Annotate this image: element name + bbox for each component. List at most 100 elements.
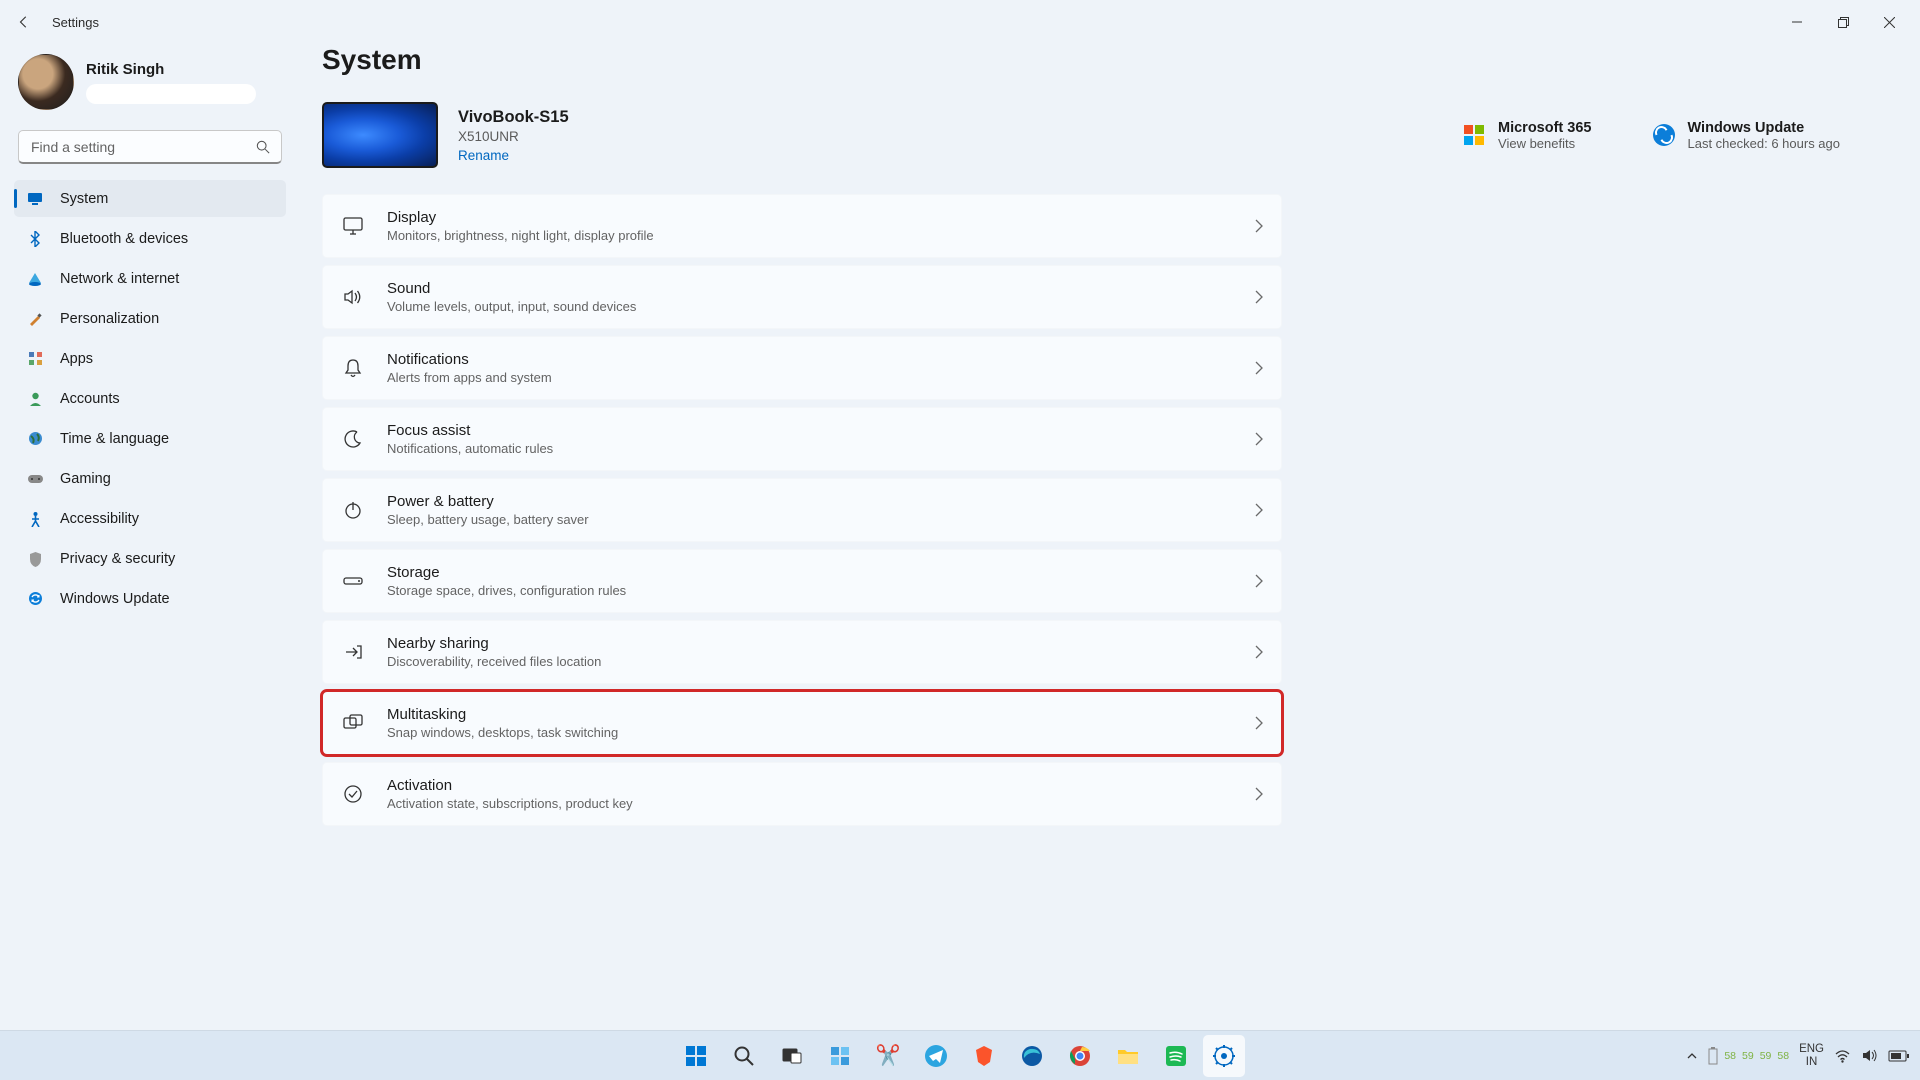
setting-title: Notifications bbox=[387, 351, 1233, 368]
ms365-sub: View benefits bbox=[1498, 136, 1591, 151]
sidebar-item-accessibility[interactable]: Accessibility bbox=[14, 500, 286, 537]
nav-icon bbox=[26, 270, 44, 288]
widgets-icon bbox=[829, 1045, 851, 1067]
setting-title: Focus assist bbox=[387, 422, 1233, 439]
setting-storage[interactable]: Storage Storage space, drives, configura… bbox=[322, 549, 1282, 613]
power-icon bbox=[341, 498, 365, 522]
gear-icon bbox=[1212, 1044, 1236, 1068]
user-name: Ritik Singh bbox=[86, 61, 256, 78]
setting-subtitle: Snap windows, desktops, task switching bbox=[387, 725, 1233, 740]
chevron-right-icon bbox=[1255, 503, 1263, 517]
chevron-right-icon bbox=[1255, 787, 1263, 801]
sidebar-item-apps[interactable]: Apps bbox=[14, 340, 286, 377]
device-model: X510UNR bbox=[458, 129, 569, 144]
setting-power-battery[interactable]: Power & battery Sleep, battery usage, ba… bbox=[322, 478, 1282, 542]
setting-nearby-sharing[interactable]: Nearby sharing Discoverability, received… bbox=[322, 620, 1282, 684]
sidebar-item-label: Windows Update bbox=[60, 591, 170, 607]
taskbar-app-settings[interactable] bbox=[1203, 1035, 1245, 1077]
storage-icon bbox=[341, 569, 365, 593]
nav-icon bbox=[26, 550, 44, 568]
start-button[interactable] bbox=[675, 1035, 717, 1077]
device-thumbnail[interactable] bbox=[322, 102, 438, 168]
share-icon bbox=[341, 640, 365, 664]
sidebar-item-personalization[interactable]: Personalization bbox=[14, 300, 286, 337]
setting-title: Nearby sharing bbox=[387, 635, 1233, 652]
sidebar-item-gaming[interactable]: Gaming bbox=[14, 460, 286, 497]
chevron-right-icon bbox=[1255, 361, 1263, 375]
nav-icon bbox=[26, 190, 44, 208]
spotify-icon bbox=[1164, 1044, 1188, 1068]
search-input[interactable] bbox=[18, 130, 282, 164]
sidebar-item-privacy-security[interactable]: Privacy & security bbox=[14, 540, 286, 577]
brave-icon bbox=[972, 1044, 996, 1068]
sidebar-item-time-language[interactable]: Time & language bbox=[14, 420, 286, 457]
minimize-button[interactable] bbox=[1774, 6, 1820, 38]
chevron-right-icon bbox=[1255, 645, 1263, 659]
sidebar-item-label: System bbox=[60, 191, 108, 207]
back-arrow-icon bbox=[17, 15, 31, 29]
volume-icon[interactable] bbox=[1861, 1047, 1878, 1064]
setting-subtitle: Volume levels, output, input, sound devi… bbox=[387, 299, 1233, 314]
sidebar-item-system[interactable]: System bbox=[14, 180, 286, 217]
task-view[interactable] bbox=[771, 1035, 813, 1077]
battery-icon[interactable] bbox=[1888, 1049, 1910, 1063]
nav-icon bbox=[26, 430, 44, 448]
sidebar-item-bluetooth-devices[interactable]: Bluetooth & devices bbox=[14, 220, 286, 257]
maximize-icon bbox=[1838, 17, 1849, 28]
battery-small-icon bbox=[1708, 1047, 1718, 1065]
sidebar-item-windows-update[interactable]: Windows Update bbox=[14, 580, 286, 617]
taskbar-app-chrome[interactable] bbox=[1059, 1035, 1101, 1077]
setting-focus-assist[interactable]: Focus assist Notifications, automatic ru… bbox=[322, 407, 1282, 471]
back-button[interactable] bbox=[8, 6, 40, 38]
setting-display[interactable]: Display Monitors, brightness, night ligh… bbox=[322, 194, 1282, 258]
tray-overflow[interactable] bbox=[1686, 1050, 1698, 1062]
setting-title: Power & battery bbox=[387, 493, 1233, 510]
setting-title: Multitasking bbox=[387, 706, 1233, 723]
nav-icon bbox=[26, 350, 44, 368]
setting-activation[interactable]: Activation Activation state, subscriptio… bbox=[322, 762, 1282, 826]
tray-language[interactable]: ENG IN bbox=[1799, 1043, 1824, 1068]
taskbar-app-spotify[interactable] bbox=[1155, 1035, 1197, 1077]
tray-hw-stats[interactable]: 58 59 59 58 bbox=[1708, 1047, 1789, 1065]
monitor-icon bbox=[341, 214, 365, 238]
setting-title: Activation bbox=[387, 777, 1233, 794]
taskbar-widgets[interactable] bbox=[819, 1035, 861, 1077]
setting-sound[interactable]: Sound Volume levels, output, input, soun… bbox=[322, 265, 1282, 329]
maximize-button[interactable] bbox=[1820, 6, 1866, 38]
nav-icon bbox=[26, 510, 44, 528]
sidebar-item-accounts[interactable]: Accounts bbox=[14, 380, 286, 417]
page-title: System bbox=[322, 44, 1880, 76]
taskbar-app-edge[interactable] bbox=[1011, 1035, 1053, 1077]
windows-update-block[interactable]: Windows Update Last checked: 6 hours ago bbox=[1652, 120, 1841, 151]
task-view-icon bbox=[781, 1045, 803, 1067]
sidebar-item-label: Apps bbox=[60, 351, 93, 367]
taskbar-app-brave[interactable] bbox=[963, 1035, 1005, 1077]
taskbar-app-snip[interactable]: ✂️ bbox=[867, 1035, 909, 1077]
user-email-pill bbox=[86, 84, 256, 104]
microsoft-365-block[interactable]: Microsoft 365 View benefits bbox=[1462, 120, 1591, 151]
chevron-right-icon bbox=[1255, 219, 1263, 233]
wifi-icon[interactable] bbox=[1834, 1047, 1851, 1064]
setting-subtitle: Notifications, automatic rules bbox=[387, 441, 1233, 456]
sidebar-item-label: Accounts bbox=[60, 391, 120, 407]
device-name: VivoBook-S15 bbox=[458, 108, 569, 127]
chevron-right-icon bbox=[1255, 290, 1263, 304]
setting-subtitle: Activation state, subscriptions, product… bbox=[387, 796, 1233, 811]
app-title: Settings bbox=[52, 15, 99, 30]
close-button[interactable] bbox=[1866, 6, 1912, 38]
rename-link[interactable]: Rename bbox=[458, 148, 569, 163]
setting-notifications[interactable]: Notifications Alerts from apps and syste… bbox=[322, 336, 1282, 400]
wu-sub: Last checked: 6 hours ago bbox=[1688, 136, 1841, 151]
sidebar-item-label: Accessibility bbox=[60, 511, 139, 527]
taskbar-search[interactable] bbox=[723, 1035, 765, 1077]
setting-subtitle: Sleep, battery usage, battery saver bbox=[387, 512, 1233, 527]
sidebar-item-network-internet[interactable]: Network & internet bbox=[14, 260, 286, 297]
user-profile[interactable]: Ritik Singh bbox=[14, 44, 286, 126]
setting-multitasking[interactable]: Multitasking Snap windows, desktops, tas… bbox=[322, 691, 1282, 755]
sound-icon bbox=[341, 285, 365, 309]
nav-icon bbox=[26, 470, 44, 488]
bell-icon bbox=[341, 356, 365, 380]
sidebar-item-label: Network & internet bbox=[60, 271, 179, 287]
taskbar-app-telegram[interactable] bbox=[915, 1035, 957, 1077]
taskbar-app-explorer[interactable] bbox=[1107, 1035, 1149, 1077]
